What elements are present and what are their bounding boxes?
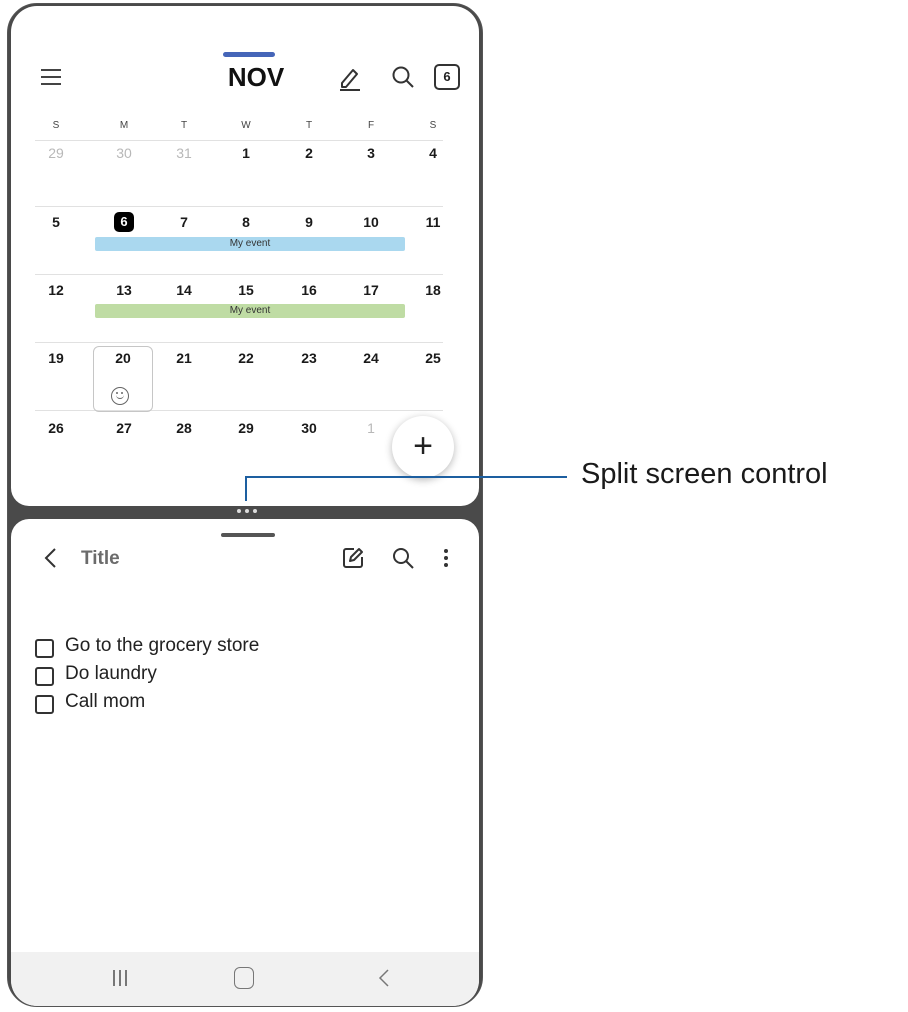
weekday-label: F	[367, 120, 375, 131]
week-divider	[35, 206, 443, 207]
callout-label: Split screen control	[581, 458, 828, 490]
event-bar[interactable]: My event	[95, 237, 405, 251]
note-title[interactable]: Title	[81, 548, 120, 570]
day-cell[interactable]: 2	[294, 145, 324, 161]
day-cell[interactable]: 30	[294, 420, 324, 436]
event-bar[interactable]: My event	[95, 304, 405, 318]
menu-icon[interactable]	[41, 68, 63, 88]
notes-pane: Title Go to the grocery store Do laundry…	[11, 519, 479, 1006]
home-icon[interactable]	[234, 967, 254, 989]
day-cell[interactable]: 18	[418, 282, 448, 298]
search-icon[interactable]	[390, 64, 416, 90]
day-cell[interactable]: 4	[418, 145, 448, 161]
day-cell[interactable]: 1	[231, 145, 261, 161]
day-cell[interactable]: 28	[169, 420, 199, 436]
pane-handle[interactable]	[221, 533, 275, 537]
day-cell[interactable]: 23	[294, 350, 324, 366]
day-cell[interactable]: 3	[356, 145, 386, 161]
day-cell[interactable]: 22	[231, 350, 261, 366]
weekday-label: S	[52, 120, 60, 131]
search-icon[interactable]	[391, 546, 415, 570]
pen-icon[interactable]	[337, 64, 363, 92]
day-cell[interactable]: 5	[41, 214, 71, 230]
calendar-pane: NOV 6 S M T W T F S 29 30 31 1 2 3 4 5 6…	[11, 6, 479, 506]
back-icon[interactable]	[41, 546, 61, 570]
navigation-bar	[11, 952, 479, 1006]
phone-frame: NOV 6 S M T W T F S 29 30 31 1 2 3 4 5 6…	[7, 3, 483, 1007]
day-cell[interactable]: 30	[109, 145, 139, 161]
day-cell[interactable]: 12	[41, 282, 71, 298]
day-cell[interactable]: 29	[231, 420, 261, 436]
day-cell[interactable]: 7	[169, 214, 199, 230]
day-cell[interactable]: 26	[41, 420, 71, 436]
day-cell[interactable]: 27	[109, 420, 139, 436]
week-divider	[35, 274, 443, 275]
week-divider	[35, 140, 443, 141]
day-cell[interactable]: 15	[231, 282, 261, 298]
task-label: Do laundry	[65, 663, 157, 684]
day-cell[interactable]: 14	[169, 282, 199, 298]
day-cell[interactable]: 16	[294, 282, 324, 298]
weekday-label: W	[241, 120, 251, 131]
pane-indicator	[223, 52, 275, 57]
weekday-label: T	[305, 120, 313, 131]
day-cell[interactable]: 1	[356, 420, 386, 436]
recents-icon[interactable]	[110, 968, 130, 988]
day-cell[interactable]: 10	[356, 214, 386, 230]
day-cell[interactable]: 19	[41, 350, 71, 366]
day-cell[interactable]: 25	[418, 350, 448, 366]
task-checkbox[interactable]	[35, 639, 54, 658]
callout-line	[245, 476, 567, 478]
day-cell[interactable]: 11	[418, 214, 448, 230]
day-cell[interactable]: 29	[41, 145, 71, 161]
weekday-label: T	[180, 120, 188, 131]
task-checkbox[interactable]	[35, 695, 54, 714]
weekday-label: S	[429, 120, 437, 131]
today-button[interactable]: 6	[434, 64, 460, 90]
edit-icon[interactable]	[341, 546, 365, 570]
task-label: Go to the grocery store	[65, 635, 260, 656]
weekday-label: M	[119, 120, 129, 131]
nav-back-icon[interactable]	[377, 968, 391, 988]
day-cell[interactable]: 17	[356, 282, 386, 298]
month-title: NOV	[227, 62, 285, 92]
split-screen-control[interactable]	[227, 509, 267, 515]
day-cell[interactable]: 13	[109, 282, 139, 298]
day-cell[interactable]: 8	[231, 214, 261, 230]
week-divider	[35, 342, 443, 343]
day-cell[interactable]: 24	[356, 350, 386, 366]
callout-pointer	[245, 477, 247, 501]
smiley-sticker-icon	[111, 387, 129, 405]
add-event-button[interactable]: +	[392, 416, 454, 478]
task-checkbox[interactable]	[35, 667, 54, 686]
day-cell[interactable]: 21	[169, 350, 199, 366]
task-label: Call mom	[65, 691, 146, 712]
today-day-cell[interactable]: 6	[114, 212, 134, 232]
day-cell[interactable]: 20	[108, 350, 138, 366]
day-cell[interactable]: 9	[294, 214, 324, 230]
day-cell[interactable]: 31	[169, 145, 199, 161]
more-options-icon[interactable]	[442, 547, 450, 569]
